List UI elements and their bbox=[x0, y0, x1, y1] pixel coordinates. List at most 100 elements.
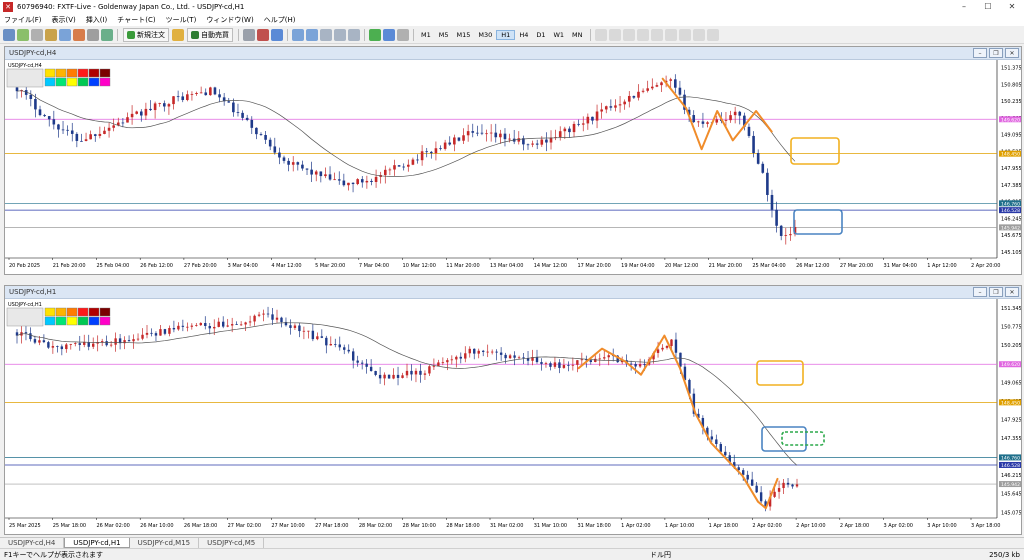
menu-window[interactable]: ウィンドウ(W) bbox=[206, 15, 253, 25]
candle-body bbox=[603, 357, 606, 359]
horizontal-line-icon[interactable] bbox=[636, 28, 649, 41]
chart-restore-button[interactable]: ❐ bbox=[989, 48, 1003, 58]
close-button[interactable]: ✕ bbox=[1000, 0, 1024, 14]
menu-chart[interactable]: チャート(C) bbox=[117, 15, 155, 25]
price-tick-label: 150.205 bbox=[1001, 343, 1021, 349]
candle-body bbox=[535, 357, 539, 363]
tester-icon[interactable] bbox=[87, 28, 99, 41]
price-tick-label: 145.075 bbox=[1001, 510, 1021, 516]
data-window-icon[interactable] bbox=[45, 28, 57, 41]
timeframe-d1[interactable]: D1 bbox=[532, 31, 549, 39]
candle-body bbox=[397, 165, 401, 167]
candle-body bbox=[65, 344, 68, 350]
vertical-line-icon[interactable] bbox=[622, 28, 635, 41]
new-order-button[interactable]: 新規注文 bbox=[123, 27, 169, 42]
crosshair-icon[interactable] bbox=[608, 28, 621, 41]
price-tick-label: 147.955 bbox=[1001, 166, 1021, 172]
color-swatch bbox=[66, 316, 78, 326]
candle-body bbox=[775, 209, 778, 226]
candle-body bbox=[87, 342, 90, 347]
menu-file[interactable]: ファイル(F) bbox=[4, 15, 42, 25]
chart-minimize-button[interactable]: – bbox=[973, 48, 987, 58]
candle-body bbox=[301, 164, 304, 169]
chart-shift-icon[interactable] bbox=[348, 28, 360, 41]
editor-icon[interactable] bbox=[101, 28, 113, 41]
color-swatch bbox=[66, 68, 78, 78]
candle-body bbox=[29, 333, 32, 340]
new-chart-icon[interactable] bbox=[3, 28, 15, 41]
candle-body bbox=[347, 349, 350, 352]
channel-icon[interactable] bbox=[664, 28, 677, 41]
candle-body bbox=[333, 179, 336, 181]
arrow-tool-icon[interactable] bbox=[706, 28, 719, 41]
cursor-icon[interactable] bbox=[594, 28, 607, 41]
candle-body bbox=[476, 132, 479, 134]
candle-body bbox=[84, 139, 88, 142]
menu-insert[interactable]: 挿入(I) bbox=[86, 15, 108, 25]
auto-trading-button[interactable]: 自動売買 bbox=[187, 27, 233, 42]
bar-chart-icon[interactable] bbox=[243, 28, 255, 41]
menu-help[interactable]: ヘルプ(H) bbox=[264, 15, 296, 25]
tab-usdjpy-h4[interactable]: USDJPY-cd,H4 bbox=[0, 538, 65, 548]
candlestick-icon[interactable] bbox=[257, 28, 269, 41]
navigator-icon[interactable] bbox=[59, 28, 71, 41]
tab-usdjpy-h1[interactable]: USDJPY-cd,H1 bbox=[64, 538, 130, 548]
time-tick-label: 2 Apr 20:00 bbox=[971, 263, 1000, 269]
timeframe-m5[interactable]: M5 bbox=[435, 31, 453, 39]
fibonacci-icon[interactable] bbox=[678, 28, 691, 41]
tab-usdjpy-m15[interactable]: USDJPY-cd,M15 bbox=[130, 538, 200, 548]
terminal-icon[interactable] bbox=[73, 28, 85, 41]
candle-body bbox=[264, 135, 267, 140]
time-tick-label: 2 Apr 18:00 bbox=[840, 523, 869, 529]
text-tool-icon[interactable] bbox=[692, 28, 705, 41]
chart-window-h1[interactable]: USDJPY-cd,H1 – ❐ ✕ 151.345 150.775 150.205… bbox=[4, 285, 1022, 535]
time-tick-label: 26 Mar 02:00 bbox=[96, 523, 129, 529]
candle-body bbox=[245, 117, 249, 120]
chart-minimize-button[interactable]: – bbox=[973, 287, 987, 297]
menu-view[interactable]: 表示(V) bbox=[52, 15, 76, 25]
trendline-icon[interactable] bbox=[650, 28, 663, 41]
h4-candlestick-chart[interactable]: 151.375150.805150.235149.665149.095148.5… bbox=[5, 60, 1021, 274]
candle-body bbox=[383, 374, 386, 379]
candle-body bbox=[93, 134, 97, 136]
chart-restore-button[interactable]: ❐ bbox=[989, 287, 1003, 297]
periods-icon[interactable] bbox=[383, 28, 395, 41]
color-swatch bbox=[77, 77, 89, 87]
zoom-out-icon[interactable] bbox=[306, 28, 318, 41]
time-tick-label: 10 Mar 12:00 bbox=[403, 263, 436, 269]
chart-window-h4[interactable]: USDJPY-cd,H4 – ❐ ✕ 151.375 150.805 150.235… bbox=[4, 46, 1022, 275]
timeframe-w1[interactable]: W1 bbox=[549, 31, 568, 39]
color-swatch bbox=[55, 68, 67, 78]
metaeditor-icon[interactable] bbox=[172, 28, 184, 41]
chart-close-button[interactable]: ✕ bbox=[1005, 48, 1019, 58]
candle-body bbox=[457, 137, 461, 141]
profiles-icon[interactable] bbox=[17, 28, 29, 41]
candle-body bbox=[236, 112, 240, 113]
candle-body bbox=[660, 82, 663, 86]
timeframe-h1[interactable]: H1 bbox=[496, 29, 516, 40]
zoom-in-icon[interactable] bbox=[292, 28, 304, 41]
candle-body bbox=[581, 123, 585, 125]
timeframe-m1[interactable]: M1 bbox=[417, 31, 435, 39]
time-tick-label: 31 Mar 04:00 bbox=[884, 263, 917, 269]
timeframe-h4[interactable]: H4 bbox=[515, 31, 532, 39]
minimize-button[interactable]: – bbox=[952, 0, 976, 14]
line-chart-icon[interactable] bbox=[271, 28, 283, 41]
menu-tools[interactable]: ツール(T) bbox=[166, 15, 197, 25]
tile-windows-icon[interactable] bbox=[320, 28, 332, 41]
timeframe-mn[interactable]: MN bbox=[568, 31, 586, 39]
candle-body bbox=[428, 366, 431, 374]
indicators-icon[interactable] bbox=[369, 28, 381, 41]
tab-usdjpy-m5[interactable]: USDJPY-cd,M5 bbox=[199, 538, 265, 548]
chart-close-button[interactable]: ✕ bbox=[1005, 287, 1019, 297]
color-swatch bbox=[44, 68, 56, 78]
timeframe-m30[interactable]: M30 bbox=[474, 31, 496, 39]
auto-scroll-icon[interactable] bbox=[334, 28, 346, 41]
maximize-button[interactable]: ☐ bbox=[976, 0, 1000, 14]
templates-icon[interactable] bbox=[397, 28, 409, 41]
candle-body bbox=[392, 374, 395, 379]
price-tick-label: 146.245 bbox=[1001, 216, 1021, 222]
h1-candlestick-chart[interactable]: 151.345150.775150.205149.635149.065148.4… bbox=[5, 299, 1021, 534]
timeframe-m15[interactable]: M15 bbox=[453, 31, 475, 39]
market-watch-icon[interactable] bbox=[31, 28, 43, 41]
